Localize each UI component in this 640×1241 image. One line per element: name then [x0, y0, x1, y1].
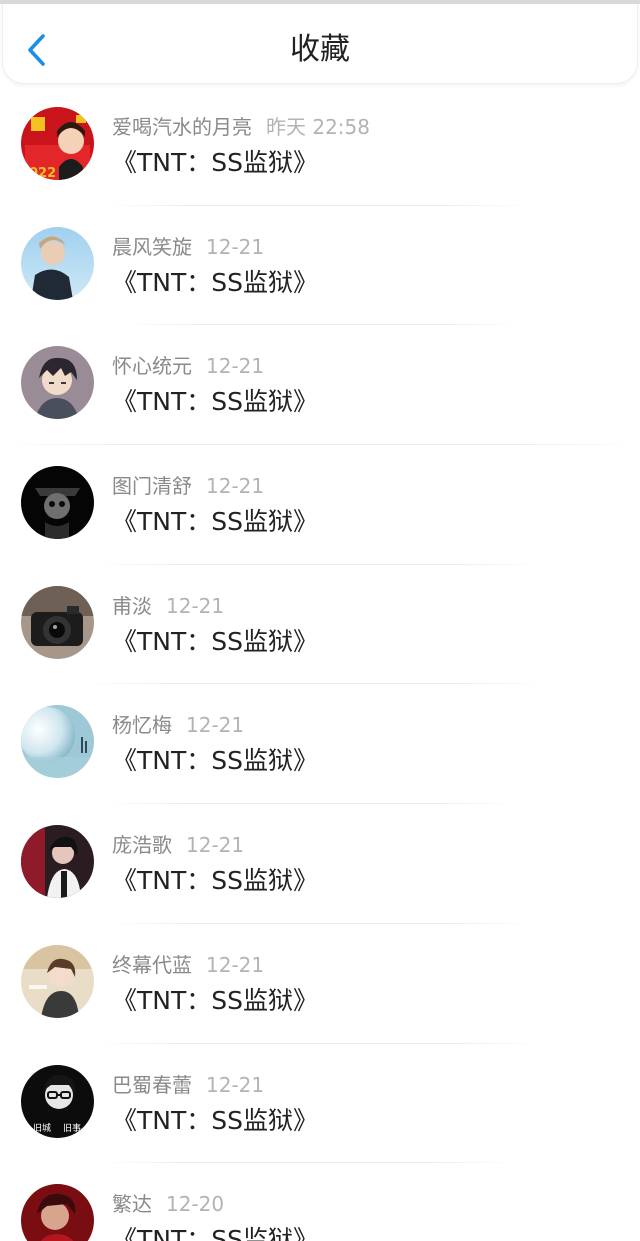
avatar-red-person-icon — [21, 1184, 94, 1241]
avatar-text: 旧城 — [33, 1123, 51, 1134]
timestamp: 12-21 — [206, 354, 265, 379]
post-title[interactable]: 《TNT：SS监狱》 — [112, 984, 318, 1018]
avatar[interactable] — [21, 825, 94, 899]
favorites-list: 022 爱喝汽水的月亮 昨天 22:58 《TNT：SS监狱》 晨风笑旋 12-… — [0, 86, 640, 1241]
avatar-red-dark-icon — [21, 825, 94, 899]
avatar[interactable] — [21, 466, 94, 540]
item-meta: 巴蜀春蕾 12-21 — [112, 1072, 264, 1098]
avatar[interactable] — [21, 705, 94, 779]
list-item[interactable]: 终幕代蓝 12-21 《TNT：SS监狱》 — [0, 924, 640, 1044]
avatar-boy-sky-icon — [21, 226, 94, 300]
post-title[interactable]: 《TNT：SS监狱》 — [112, 266, 318, 300]
timestamp: 12-21 — [206, 952, 265, 977]
list-item[interactable]: 甫淡 12-21 《TNT：SS监狱》 — [0, 565, 640, 685]
list-item[interactable]: 旧城 旧事 巴蜀春蕾 12-21 《TNT：SS监狱》 — [0, 1044, 640, 1164]
timestamp: 12-21 — [166, 593, 225, 618]
item-meta: 杨忆梅 12-21 — [112, 712, 244, 738]
post-title[interactable]: 《TNT：SS监狱》 — [112, 744, 318, 778]
author-name[interactable]: 图门清舒 — [112, 474, 192, 498]
item-meta: 怀心统元 12-21 — [112, 353, 264, 379]
avatar-text: 旧事 — [63, 1122, 81, 1134]
timestamp: 12-20 — [166, 1192, 225, 1217]
timestamp: 12-21 — [186, 713, 245, 738]
post-title[interactable]: 《TNT：SS监狱》 — [112, 505, 318, 539]
post-title[interactable]: 《TNT：SS监狱》 — [112, 385, 318, 419]
timestamp: 12-21 — [206, 1072, 265, 1097]
avatar-glasses-icon: 旧城 旧事 — [21, 1064, 94, 1138]
avatar[interactable] — [21, 226, 94, 300]
page-title: 收藏 — [290, 32, 350, 67]
avatar-moon-icon — [21, 705, 94, 779]
post-title[interactable]: 《TNT：SS监狱》 — [112, 864, 318, 898]
avatar[interactable] — [21, 585, 94, 659]
item-meta: 终幕代蓝 12-21 — [112, 952, 264, 978]
list-item[interactable]: 繁达 12-20 《TNT：SS监狱》 — [0, 1163, 640, 1241]
author-name[interactable]: 终幕代蓝 — [112, 953, 192, 977]
list-item[interactable]: 庞浩歌 12-21 《TNT：SS监狱》 — [0, 804, 640, 924]
avatar-dark-skull-icon — [21, 466, 94, 540]
item-meta: 庞浩歌 12-21 — [112, 832, 244, 858]
list-item[interactable]: 图门清舒 12-21 《TNT：SS监狱》 — [0, 445, 640, 565]
avatar[interactable] — [21, 1184, 94, 1241]
author-name[interactable]: 怀心统元 — [112, 354, 192, 378]
item-meta: 繁达 12-20 — [112, 1191, 224, 1217]
item-meta: 图门清舒 12-21 — [112, 473, 264, 499]
item-meta: 晨风笑旋 12-21 — [112, 234, 264, 260]
avatar-anime-boy-icon — [21, 346, 94, 420]
avatar[interactable] — [21, 346, 94, 420]
list-item[interactable]: 怀心统元 12-21 《TNT：SS监狱》 — [0, 325, 640, 446]
item-meta: 甫淡 12-21 — [112, 593, 224, 619]
author-name[interactable]: 繁达 — [112, 1192, 152, 1216]
avatar[interactable]: 旧城 旧事 — [21, 1064, 94, 1138]
timestamp: 12-21 — [186, 833, 245, 858]
post-title[interactable]: 《TNT：SS监狱》 — [112, 146, 318, 180]
header-bar: 收藏 — [2, 4, 638, 84]
avatar-camera-icon — [21, 585, 94, 659]
post-title[interactable]: 《TNT：SS监狱》 — [112, 1104, 318, 1138]
author-name[interactable]: 爱喝汽水的月亮 — [112, 115, 252, 139]
avatar-girl-light-icon — [21, 944, 94, 1018]
author-name[interactable]: 杨忆梅 — [112, 713, 172, 737]
favorites-screen: 收藏 022 爱喝汽水的月亮 昨天 22:58 《TNT：SS监狱》 晨风笑旋 … — [0, 0, 640, 1241]
list-item[interactable]: 晨风笑旋 12-21 《TNT：SS监狱》 — [0, 206, 640, 326]
author-name[interactable]: 晨风笑旋 — [112, 235, 192, 259]
timestamp: 昨天 22:58 — [266, 115, 370, 139]
list-item[interactable]: 022 爱喝汽水的月亮 昨天 22:58 《TNT：SS监狱》 — [0, 86, 640, 206]
author-name[interactable]: 巴蜀春蕾 — [112, 1073, 192, 1097]
avatar[interactable]: 022 — [21, 107, 94, 180]
avatar[interactable] — [21, 944, 94, 1018]
post-title[interactable]: 《TNT：SS监狱》 — [112, 625, 318, 659]
list-item[interactable]: 杨忆梅 12-21 《TNT：SS监狱》 — [0, 684, 640, 805]
timestamp: 12-21 — [206, 474, 265, 499]
avatar-red-festive-icon: 022 — [21, 107, 94, 180]
item-meta: 爱喝汽水的月亮 昨天 22:58 — [112, 114, 370, 140]
post-title[interactable]: 《TNT：SS监狱》 — [112, 1223, 318, 1241]
author-name[interactable]: 庞浩歌 — [112, 833, 172, 857]
svg-text:022: 022 — [29, 166, 56, 180]
timestamp: 12-21 — [206, 234, 265, 259]
author-name[interactable]: 甫淡 — [112, 594, 152, 618]
